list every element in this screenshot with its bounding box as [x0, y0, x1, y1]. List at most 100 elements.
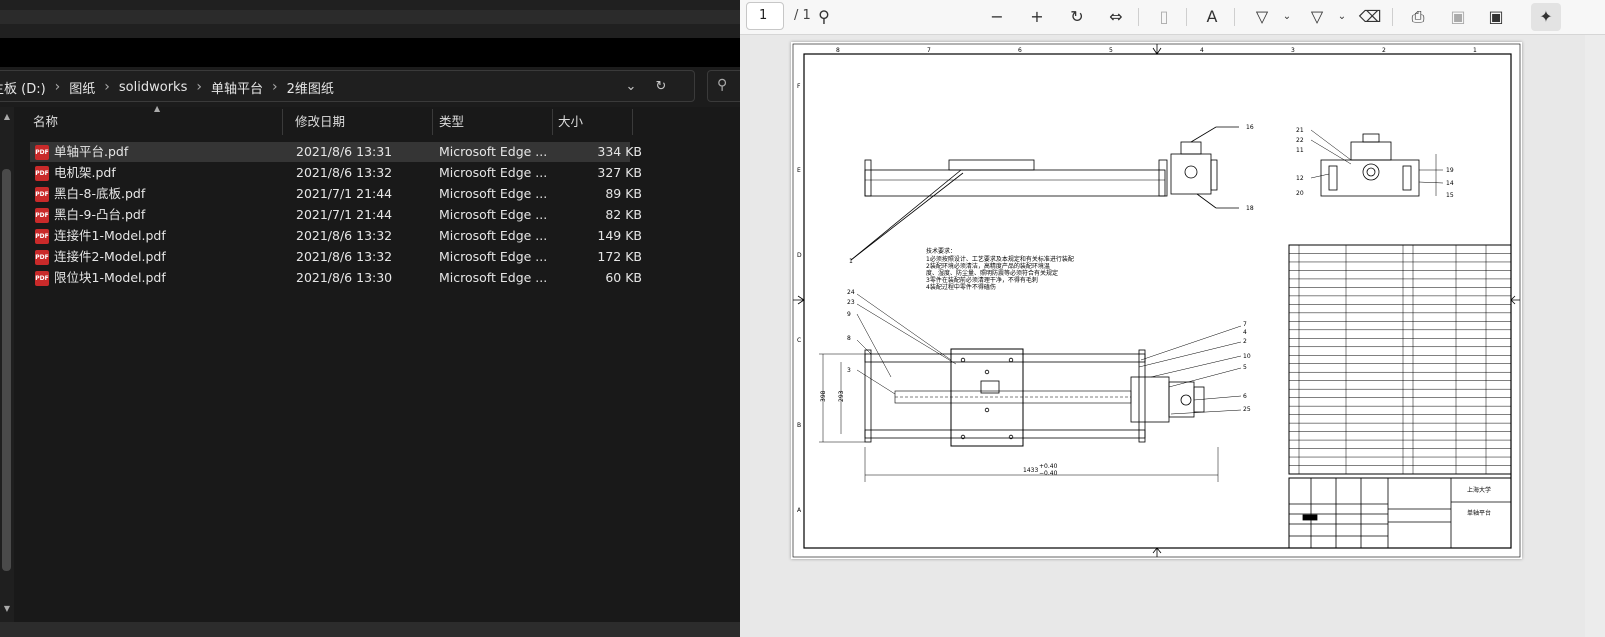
column-divider[interactable]: [432, 109, 433, 135]
zone-markers: 8 7 6 5 4 3 2 1 F E D C B A: [797, 47, 1477, 514]
pin-icon[interactable]: ✦: [1531, 3, 1561, 31]
eraser-icon[interactable]: ⌫: [1358, 5, 1382, 29]
breadcrumb-folder-solidworks[interactable]: solidworks: [119, 80, 187, 95]
engineering-drawing: 8 7 6 5 4 3 2 1 F E D C B A 1 16 18 21 2…: [792, 43, 1521, 558]
column-divider[interactable]: [552, 109, 553, 135]
toolbar-divider: [1234, 8, 1235, 26]
file-type: Microsoft Edge ...: [439, 144, 548, 159]
file-type: Microsoft Edge ...: [439, 186, 548, 201]
page-view-icon[interactable]: ▯: [1152, 5, 1176, 29]
callout-label: 2: [1243, 338, 1247, 345]
file-row[interactable]: PDF 黑白-9-凸台.pdf 2021/7/1 21:44 Microsoft…: [30, 205, 642, 225]
highlight-icon[interactable]: ▽: [1305, 5, 1329, 29]
scroll-up-icon[interactable]: ▲: [1, 112, 13, 124]
zoom-out-icon[interactable]: −: [985, 5, 1009, 29]
pdf-page[interactable]: 8 7 6 5 4 3 2 1 F E D C B A 1 16 18 21 2…: [791, 42, 1522, 559]
file-size: 149 KB: [597, 228, 642, 243]
file-type: Microsoft Edge ...: [439, 207, 548, 222]
file-name: 黑白-8-底板.pdf: [54, 186, 146, 201]
rotate-icon[interactable]: ↻: [1065, 5, 1089, 29]
pdf-file-icon: PDF: [35, 250, 49, 265]
breadcrumb-drive[interactable]: 主板 (D:): [0, 78, 46, 97]
callout-label: 9: [847, 311, 851, 318]
callout-label: 11: [1296, 147, 1304, 154]
breadcrumb-folder-2d[interactable]: 2维图纸: [287, 78, 334, 97]
viewer-scrollbar[interactable]: [1585, 35, 1605, 637]
zone-label-top: 3: [1291, 47, 1295, 54]
chevron-down-icon[interactable]: ⌄: [1335, 5, 1349, 29]
toolbar-divider: [1392, 8, 1393, 26]
search-input[interactable]: ⚲: [707, 70, 740, 102]
file-type: Microsoft Edge ...: [439, 165, 548, 180]
side-view: 21 22 11 12 20 19 14 15: [1296, 127, 1454, 199]
fit-width-icon[interactable]: ⇔: [1104, 5, 1128, 29]
title-school: 上海大学: [1467, 486, 1491, 494]
address-bar[interactable]: 主板 (D:) › 图纸 › solidworks › 单轴平台 › 2维图纸 …: [0, 70, 695, 102]
callout-label: 6: [1243, 393, 1247, 400]
center-mark-right: [1510, 295, 1520, 305]
nav-pane-scrollbar[interactable]: ▲ ▼: [0, 107, 14, 622]
column-header-size[interactable]: 大小: [558, 109, 583, 135]
tech-line: 1必须按照设计、工艺要求及本规定和有关标准进行装配: [926, 255, 1074, 263]
file-size: 327 KB: [597, 165, 642, 180]
scrollbar-thumb[interactable]: [2, 169, 11, 571]
page-total: / 1: [794, 8, 811, 23]
file-size: 89 KB: [605, 186, 642, 201]
page-number-input[interactable]: 1: [746, 2, 784, 30]
chevron-down-icon[interactable]: ⌄: [1280, 5, 1294, 29]
breadcrumb-chevron-icon[interactable]: ›: [196, 79, 202, 95]
file-name: 单轴平台.pdf: [54, 144, 129, 159]
callout-label: 10: [1243, 353, 1251, 360]
search-icon[interactable]: ⚲: [812, 5, 836, 29]
zone-label-side: D: [797, 252, 802, 259]
breadcrumb-chevron-icon[interactable]: ›: [104, 79, 110, 95]
file-row[interactable]: PDF 黑白-8-底板.pdf 2021/7/1 21:44 Microsoft…: [30, 184, 642, 204]
breadcrumb-folder-drawings[interactable]: 图纸: [69, 78, 95, 97]
read-aloud-icon[interactable]: A: [1200, 5, 1224, 29]
breadcrumb-chevron-icon[interactable]: ›: [55, 79, 61, 95]
draw-icon[interactable]: ▽: [1250, 5, 1274, 29]
scroll-down-icon[interactable]: ▼: [1, 604, 13, 616]
column-header-type[interactable]: 类型: [439, 109, 464, 135]
tech-line: 3零件在装配前必须清理干净，不得有毛刺: [926, 276, 1038, 284]
column-divider[interactable]: [632, 109, 633, 135]
file-date: 2021/8/6 13:32: [296, 249, 393, 264]
column-divider[interactable]: [282, 109, 283, 135]
callout-label: 16: [1246, 124, 1254, 131]
breadcrumb-folder-platform[interactable]: 单轴平台: [211, 78, 263, 97]
search-icon: ⚲: [717, 77, 728, 93]
file-row[interactable]: PDF 电机架.pdf 2021/8/6 13:32 Microsoft Edg…: [30, 163, 642, 183]
callout-label: 4: [1243, 329, 1247, 336]
file-date: 2021/7/1 21:44: [296, 186, 393, 201]
toolbar-divider: [1138, 8, 1139, 26]
zone-label-top: 6: [1018, 47, 1022, 54]
file-row[interactable]: PDF 连接件2-Model.pdf 2021/8/6 13:32 Micros…: [30, 247, 642, 267]
plan-view: 24 23 9 8 3 7 4 2 10 5 6 25 1433 +0.40 −…: [819, 289, 1251, 482]
chevron-down-icon[interactable]: ⌄: [621, 77, 641, 97]
callout-label: 25: [1243, 406, 1251, 413]
refresh-icon[interactable]: ↻: [651, 77, 671, 97]
save-icon[interactable]: ▣: [1446, 5, 1470, 29]
zone-label-top: 1: [1473, 47, 1477, 54]
print-icon[interactable]: ⎙: [1406, 5, 1430, 29]
save-as-icon[interactable]: ▣: [1484, 5, 1508, 29]
dimension-height: 398: [820, 390, 827, 402]
file-type: Microsoft Edge ...: [439, 270, 548, 285]
zone-label-side: A: [797, 507, 802, 514]
column-header-date[interactable]: 修改日期: [295, 109, 345, 135]
callout-label: 14: [1446, 180, 1454, 187]
file-row[interactable]: PDF 单轴平台.pdf 2021/8/6 13:31 Microsoft Ed…: [30, 142, 642, 162]
pdf-viewer-window: 1 / 1 ⚲ − + ↻ ⇔ ▯ A ▽ ⌄ ▽ ⌄ ⌫ ⎙ ▣ ▣ ✦ 8 …: [740, 0, 1605, 637]
file-row[interactable]: PDF 连接件1-Model.pdf 2021/8/6 13:32 Micros…: [30, 226, 642, 246]
callout-label: 3: [847, 367, 851, 374]
zone-label-top: 4: [1200, 47, 1204, 54]
breadcrumb-chevron-icon[interactable]: ›: [272, 79, 278, 95]
zoom-in-icon[interactable]: +: [1025, 5, 1049, 29]
file-row[interactable]: PDF 限位块1-Model.pdf 2021/8/6 13:30 Micros…: [30, 268, 642, 288]
callout-label: 23: [847, 299, 855, 306]
pdf-file-icon: PDF: [35, 145, 49, 160]
column-header-name[interactable]: 名称: [33, 109, 58, 135]
status-bar: [0, 622, 740, 637]
front-view: 1 16 18: [849, 124, 1254, 265]
explorer-titlebar: [0, 0, 740, 38]
